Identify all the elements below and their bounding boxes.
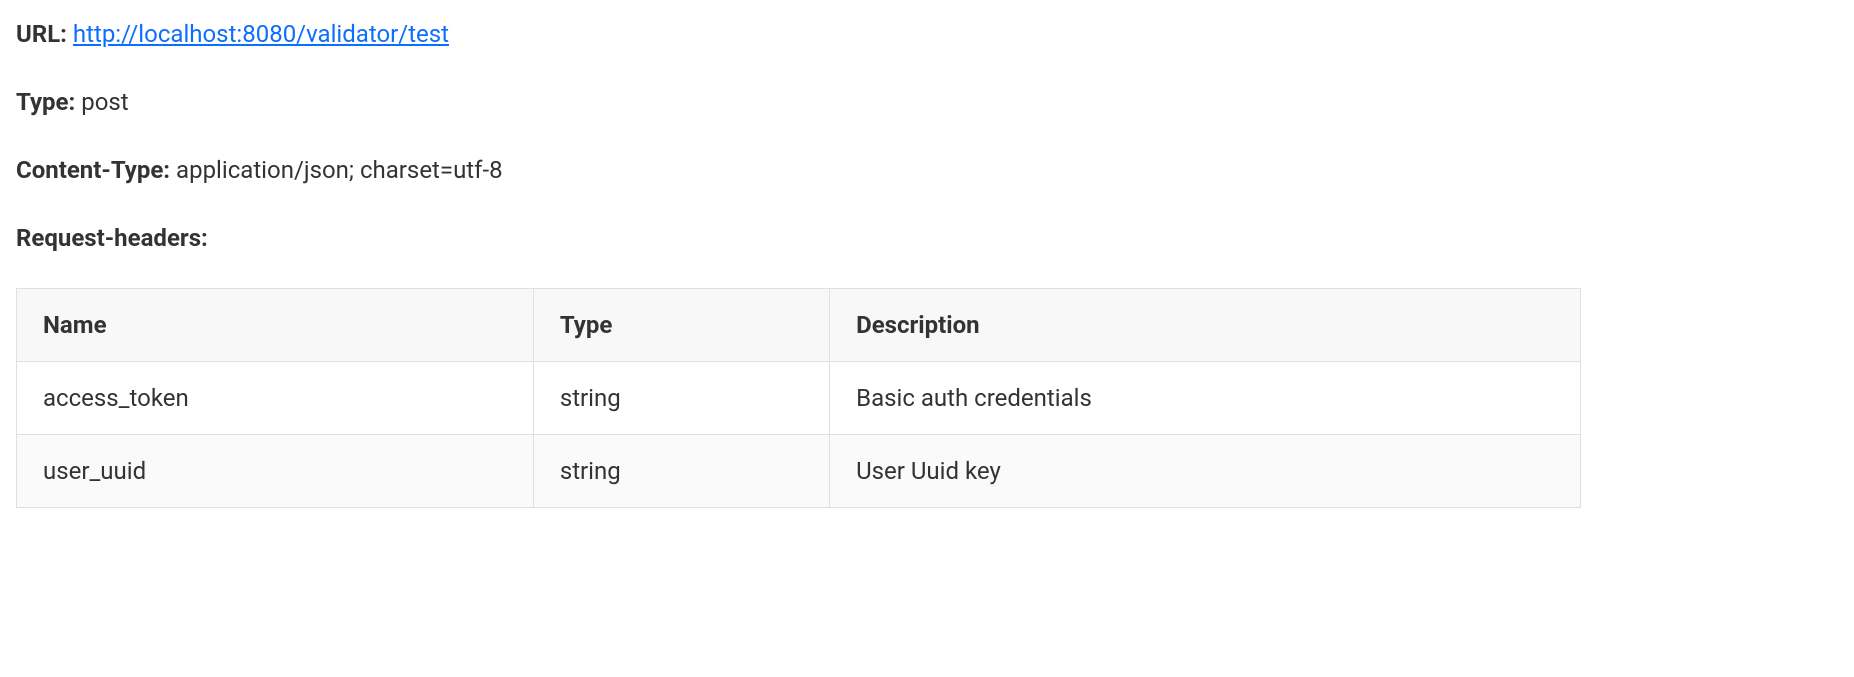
table-header-row: Name Type Description [17,289,1581,362]
type-row: Type: post [16,84,1581,120]
content-type-label: Content-Type: [16,156,170,184]
cell-type: string [533,362,829,435]
cell-name: user_uuid [17,435,534,508]
type-value: post [81,88,128,116]
cell-description: User Uuid key [830,435,1581,508]
content-type-value: application/json; charset=utf-8 [176,156,503,184]
request-headers-row: Request-headers: [16,220,1581,256]
cell-name: access_token [17,362,534,435]
headers-table: Name Type Description access_token strin… [16,288,1581,508]
cell-type: string [533,435,829,508]
table-row: user_uuid string User Uuid key [17,435,1581,508]
table-header-name: Name [17,289,534,362]
table-row: access_token string Basic auth credentia… [17,362,1581,435]
table-header-description: Description [830,289,1581,362]
request-headers-label: Request-headers: [16,224,208,252]
table-header-type: Type [533,289,829,362]
url-label: URL: [16,20,67,48]
content-type-row: Content-Type: application/json; charset=… [16,152,1581,188]
url-row: URL: http://localhost:8080/validator/tes… [16,16,1581,52]
cell-description: Basic auth credentials [830,362,1581,435]
type-label: Type: [16,88,75,116]
url-link[interactable]: http://localhost:8080/validator/test [73,20,449,48]
